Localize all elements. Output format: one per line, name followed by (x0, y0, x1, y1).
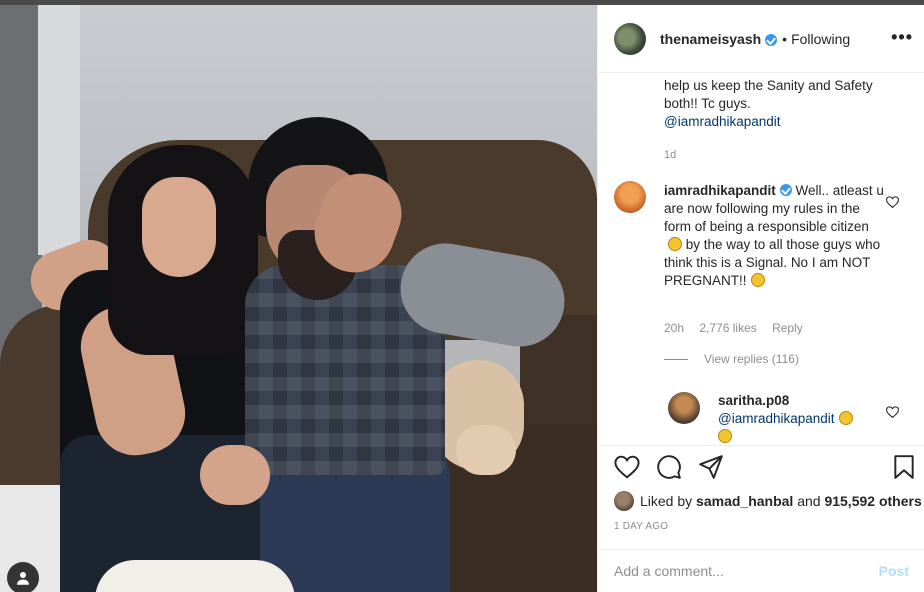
photo-teddy-head (456, 425, 516, 475)
comment-body-continued: by the way to all those guys who think t… (664, 237, 881, 288)
avatar[interactable] (614, 22, 646, 55)
following-button[interactable]: Following (791, 31, 850, 47)
likes-and: and (797, 493, 821, 509)
view-replies-button[interactable]: View replies (116) (664, 352, 799, 366)
author-username[interactable]: thenameisyash (660, 31, 761, 47)
view-replies-label: View replies (116) (704, 352, 799, 366)
post-panel: thenameisyash • Following ••• help us ke… (597, 5, 924, 592)
save-button[interactable] (891, 454, 917, 485)
post-button[interactable]: Post (879, 563, 909, 579)
separator-dot: • (782, 30, 788, 47)
like-comment-heart-icon[interactable] (886, 196, 899, 208)
bookmark-icon (894, 455, 914, 479)
photo-person-face (142, 177, 216, 277)
reply-button[interactable]: Reply (772, 321, 803, 335)
post-age[interactable]: 1 DAY AGO (614, 521, 668, 532)
view-replies-line (664, 358, 688, 360)
user-icon (17, 572, 29, 585)
post-actions: Liked by samad_hanbal and 915,592 others… (598, 445, 924, 549)
comment-likes-count[interactable]: 2,776 likes (699, 321, 756, 335)
likes-others-count[interactable]: 915,592 others (824, 493, 921, 509)
caption-timestamp[interactable]: 1d (664, 149, 676, 161)
user-tag-button[interactable] (7, 562, 39, 592)
photo-wall-trim (38, 5, 80, 255)
comment-bubble-icon[interactable] (656, 454, 682, 480)
avatar (614, 491, 634, 511)
laugh-emoji-icon (718, 429, 732, 443)
likes-summary[interactable]: Liked by samad_hanbal and 915,592 others (614, 491, 922, 511)
like-comment-heart-icon[interactable] (886, 406, 899, 418)
comment-input[interactable] (614, 563, 879, 579)
comment-username[interactable]: iamradhikapandit (664, 183, 776, 198)
add-comment-bar: Post (598, 549, 924, 592)
smile-emoji-icon (668, 237, 682, 251)
share-paper-plane-icon[interactable] (698, 454, 724, 480)
avatar[interactable] (614, 181, 646, 213)
liked-by-user[interactable]: samad_hanbal (696, 493, 793, 509)
likes-prefix: Liked by (640, 493, 693, 509)
avatar[interactable] (668, 392, 700, 424)
comments-list[interactable]: help us keep the Sanity and Safety both!… (598, 74, 924, 444)
reply-text: saritha.p08 @iamradhikapandit (718, 392, 888, 444)
post-header: thenameisyash • Following ••• (598, 5, 924, 73)
laugh-emoji-icon (838, 411, 853, 425)
reply-mention-link[interactable]: @iamradhikapandit (718, 411, 835, 426)
comment-text: iamradhikapandit Well.. atleast u are no… (664, 182, 884, 290)
laugh-emoji-icon (750, 273, 765, 287)
verified-badge-icon (765, 33, 778, 46)
caption-mention-link[interactable]: @iamradhikapandit (664, 114, 781, 129)
caption-body: help us keep the Sanity and Safety both!… (664, 78, 873, 111)
photo-person-hand (200, 445, 270, 505)
action-icons (614, 454, 724, 480)
more-options-icon[interactable]: ••• (891, 27, 913, 48)
comment-timestamp[interactable]: 20h (664, 321, 684, 335)
post-photo[interactable] (0, 5, 597, 592)
caption-text: help us keep the Sanity and Safety both!… (664, 77, 904, 131)
like-heart-icon[interactable] (614, 454, 640, 480)
reply-username[interactable]: saritha.p08 (718, 393, 789, 408)
photo-box (95, 560, 295, 592)
verified-badge-icon (779, 184, 792, 196)
comment-meta: 20h 2,776 likes Reply (664, 321, 815, 335)
